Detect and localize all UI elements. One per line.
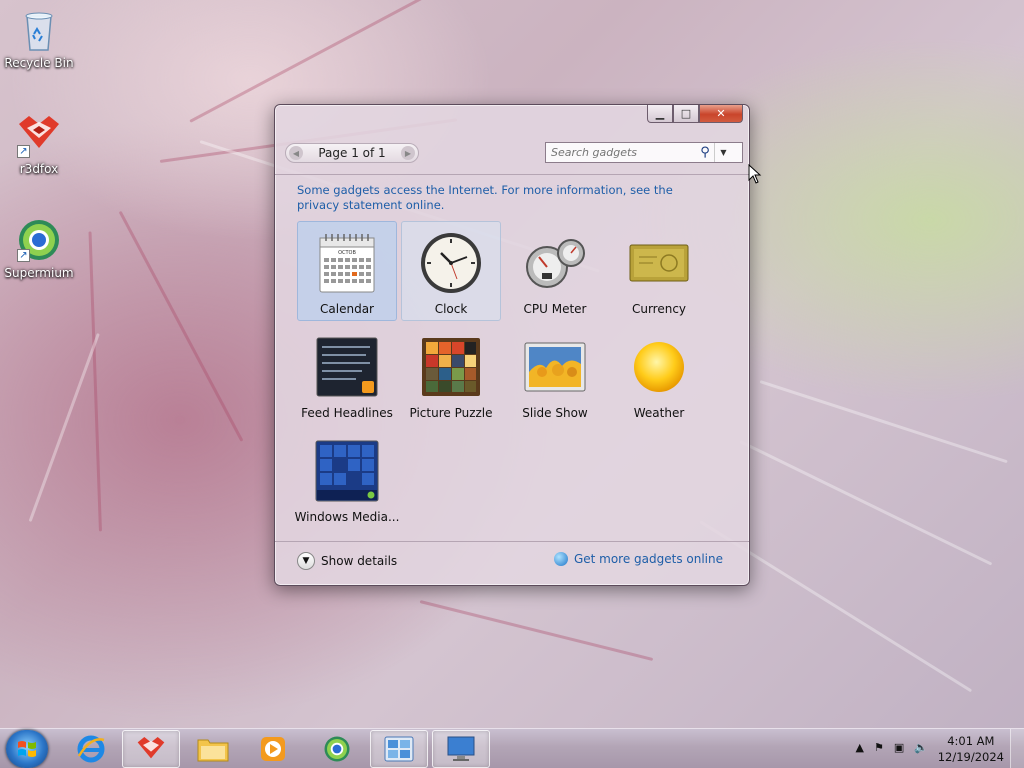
gadget-picture-puzzle[interactable]: Picture Puzzle xyxy=(401,325,501,425)
r3dfox-icon: ↗ xyxy=(15,112,63,160)
network-icon[interactable]: ▣ xyxy=(894,741,904,754)
gadget-name: Picture Puzzle xyxy=(409,406,493,420)
show-details-toggle[interactable]: ▼ Show details xyxy=(297,552,397,570)
taskbar-desktop-window[interactable] xyxy=(432,730,490,768)
mouse-pointer-icon xyxy=(748,163,762,187)
gadgets-footer: ▼ Show details Get more gadgets online xyxy=(275,541,749,585)
minimize-button[interactable]: ▁ xyxy=(647,105,673,123)
gadget-name: Feed Headlines xyxy=(301,406,393,420)
privacy-info-link[interactable]: Some gadgets access the Internet. For mo… xyxy=(297,183,717,213)
taskbar-r3dfox[interactable] xyxy=(122,730,180,768)
search-box: ⚲ ▼ xyxy=(545,142,743,163)
search-dropdown-button[interactable]: ▼ xyxy=(714,143,732,162)
desktop-icon-label: Recycle Bin xyxy=(4,56,74,70)
gadget-clock[interactable]: Clock xyxy=(401,221,501,321)
cpu-meter-icon xyxy=(522,230,588,296)
picture-puzzle-icon xyxy=(418,334,484,400)
desktop-icon-label: Supermium xyxy=(4,266,74,280)
clock-icon xyxy=(418,230,484,296)
taskbar-gadgets[interactable] xyxy=(370,730,428,768)
close-icon: ✕ xyxy=(716,107,726,120)
desktop-icon-r3dfox[interactable]: ↗ r3dfox xyxy=(1,112,77,176)
taskbar-media-player[interactable] xyxy=(244,730,302,768)
taskbar-internet-explorer[interactable] xyxy=(62,730,120,768)
action-center-flag-icon[interactable]: ⚑ xyxy=(874,741,884,754)
clock-time: 4:01 AM xyxy=(947,734,995,748)
gadget-name: Clock xyxy=(434,302,468,316)
gadget-weather[interactable]: Weather xyxy=(609,325,709,425)
media-player-icon xyxy=(261,737,285,761)
desktop-icon-supermium[interactable]: ↗ Supermium xyxy=(1,216,77,280)
gadgets-toolbar: ◀ Page 1 of 1 ▶ ⚲ ▼ xyxy=(275,135,749,175)
gadgets-window: ▁ □ ✕ ◀ Page 1 of 1 ▶ ⚲ ▼ Some gadgets a… xyxy=(274,104,750,586)
page-navigator: ◀ Page 1 of 1 ▶ xyxy=(285,143,419,163)
window-controls: ▁ □ ✕ xyxy=(647,105,743,123)
clock-date: 12/19/2024 xyxy=(937,750,1004,764)
globe-icon xyxy=(553,552,568,566)
show-desktop-button[interactable] xyxy=(1010,729,1024,768)
gadget-feed-headlines[interactable]: Feed Headlines xyxy=(297,325,397,425)
monitor-icon xyxy=(447,736,475,761)
start-button[interactable] xyxy=(6,730,48,768)
minimize-icon: ▁ xyxy=(655,107,665,120)
gadget-name: Calendar xyxy=(320,302,374,316)
gadget-name: Windows Media... xyxy=(294,510,400,524)
volume-icon[interactable]: 🔈 xyxy=(914,741,928,754)
gadget-cpu-meter[interactable]: CPU Meter xyxy=(505,221,605,321)
gadget-calendar[interactable]: OCTOB Calendar xyxy=(297,221,397,321)
gadget-slide-show[interactable]: Slide Show xyxy=(505,325,605,425)
gadget-name: Weather xyxy=(633,406,685,420)
svg-text:OCTOB: OCTOB xyxy=(338,250,356,256)
close-button[interactable]: ✕ xyxy=(699,105,743,123)
gadget-grid: OCTOB Calendar Clock CPU Meter Currency … xyxy=(294,221,717,533)
gadget-name: Slide Show xyxy=(522,406,588,420)
windows-logo-icon xyxy=(18,741,36,757)
calendar-icon: OCTOB xyxy=(314,230,380,296)
previous-page-button[interactable]: ◀ xyxy=(289,146,303,160)
taskbar-file-explorer[interactable] xyxy=(184,730,242,768)
internet-explorer-icon xyxy=(77,735,105,763)
gadget-currency[interactable]: Currency xyxy=(609,221,709,321)
taskbar-supermium[interactable] xyxy=(308,730,366,768)
gadgets-icon xyxy=(384,736,414,762)
get-more-gadgets-label: Get more gadgets online xyxy=(573,552,723,566)
system-tray: ▲ ⚑ ▣ 🔈 xyxy=(856,741,928,754)
supermium-icon: ↗ xyxy=(15,216,63,264)
taskbar: ▲ ⚑ ▣ 🔈 4:01 AM 12/19/2024 xyxy=(0,728,1024,768)
maximize-button[interactable]: □ xyxy=(673,105,699,123)
show-hidden-icons-button[interactable]: ▲ xyxy=(856,741,864,754)
search-icon[interactable]: ⚲ xyxy=(696,145,714,160)
chevron-down-icon: ▼ xyxy=(297,552,315,570)
recycle-bin-icon xyxy=(15,6,63,54)
next-page-button[interactable]: ▶ xyxy=(401,146,415,160)
get-more-gadgets-link[interactable]: Get more gadgets online xyxy=(553,552,723,566)
feed-headlines-icon xyxy=(314,334,380,400)
windows-media-icon xyxy=(314,438,380,504)
taskbar-clock[interactable]: 4:01 AM 12/19/2024 xyxy=(938,733,1004,765)
maximize-icon: □ xyxy=(680,107,692,120)
gadget-name: CPU Meter xyxy=(523,302,587,316)
gadget-name: Currency xyxy=(631,302,687,316)
shortcut-arrow-icon: ↗ xyxy=(17,145,30,158)
r3dfox-icon xyxy=(137,737,165,759)
folder-icon xyxy=(197,739,229,762)
search-input[interactable] xyxy=(546,146,696,159)
show-details-label: Show details xyxy=(321,554,398,568)
slide-show-icon xyxy=(522,334,588,400)
supermium-icon xyxy=(324,736,350,762)
weather-icon xyxy=(626,334,692,400)
desktop-icon-recycle-bin[interactable]: Recycle Bin xyxy=(1,6,77,70)
desktop-icon-label: r3dfox xyxy=(19,162,59,176)
gadget-windows-media[interactable]: Windows Media... xyxy=(294,429,400,529)
currency-icon xyxy=(626,230,692,296)
shortcut-arrow-icon: ↗ xyxy=(17,249,30,262)
page-label: Page 1 of 1 xyxy=(318,146,386,160)
